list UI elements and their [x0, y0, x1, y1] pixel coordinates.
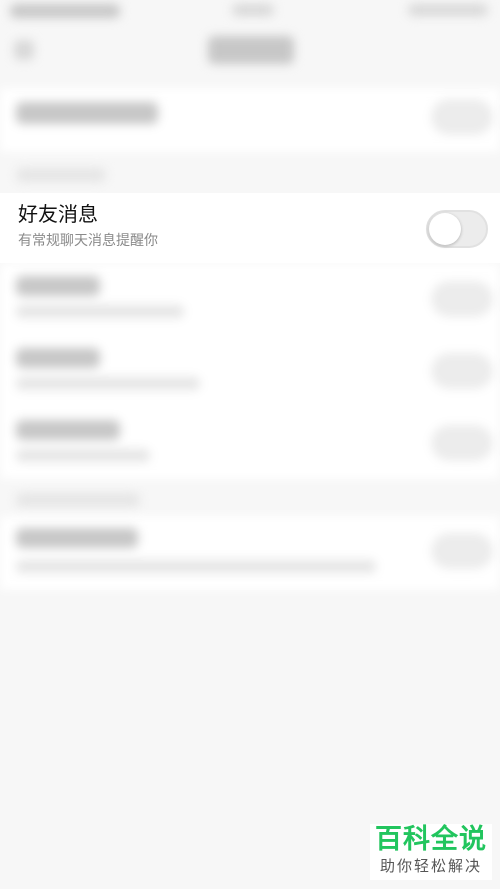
setting-row-2-sub	[16, 305, 184, 318]
watermark-sub-text: 助你轻松解决	[379, 857, 482, 875]
setting-row-2-label	[16, 276, 100, 296]
setting-row-3-sub	[16, 377, 200, 390]
status-bar-time	[232, 4, 274, 16]
blurred-background	[0, 0, 500, 889]
friend-message-subtitle: 有常规聊天消息提醒你	[18, 233, 158, 249]
toggle-knob	[429, 213, 461, 245]
friend-message-title: 好友消息	[18, 202, 98, 226]
status-bar-left	[10, 4, 120, 18]
watermark-main-text: 百科全说	[375, 824, 487, 855]
setting-row-1-toggle[interactable]	[432, 100, 492, 134]
setting-row-2-toggle[interactable]	[432, 282, 492, 316]
setting-row-5-toggle[interactable]	[432, 534, 492, 568]
setting-row-4-toggle[interactable]	[432, 426, 492, 460]
back-arrow-icon[interactable]	[14, 40, 34, 60]
setting-row-4-label	[16, 420, 120, 440]
setting-row-1-label	[16, 102, 158, 124]
setting-row-5-sub	[16, 560, 376, 573]
section-header-1	[16, 168, 106, 182]
friend-message-toggle[interactable]	[426, 210, 488, 248]
watermark-logo: 百科全说 助你轻松解决	[370, 824, 492, 880]
setting-row-5-label	[16, 528, 138, 548]
status-bar-right	[408, 4, 488, 16]
friend-message-setting-row: 好友消息 有常规聊天消息提醒你	[0, 193, 500, 263]
setting-row-3-toggle[interactable]	[432, 354, 492, 388]
setting-row-3-label	[16, 348, 100, 368]
setting-row-4-sub	[16, 449, 150, 462]
section-header-2	[16, 493, 140, 507]
page-title	[208, 36, 294, 64]
